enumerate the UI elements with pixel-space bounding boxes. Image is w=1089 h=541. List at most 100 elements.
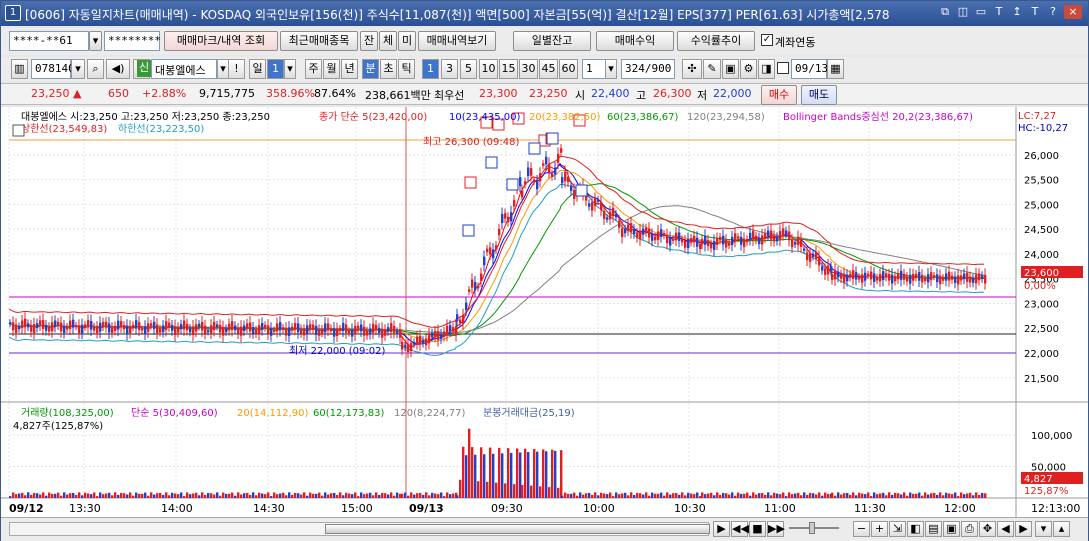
minimize-icon[interactable]: ▭ xyxy=(974,5,988,19)
minute-10-button[interactable]: 10 xyxy=(479,59,498,79)
chart-panel[interactable]: 26,000 25,500 25,000 24,500 24,000 23,500 23,0… xyxy=(1,107,1088,517)
candle-body xyxy=(693,235,696,243)
zoom-in-icon[interactable]: + xyxy=(871,521,888,537)
zoom-out-icon[interactable]: − xyxy=(853,521,870,537)
minute-1-button[interactable]: 1 xyxy=(422,59,439,79)
unfilled-toggle[interactable]: 미 xyxy=(398,31,416,51)
stop-icon[interactable]: ■ xyxy=(749,521,766,537)
daily-balance-button[interactable]: 일별잔고 xyxy=(513,31,591,51)
draw-tool-icon[interactable]: ✎ xyxy=(703,59,721,79)
trade-mark-query-button[interactable]: 매매마크/내역 조회 xyxy=(164,31,278,51)
sell-button[interactable]: 매도 xyxy=(801,85,837,105)
account-field[interactable]: ****-**61 xyxy=(9,31,89,51)
volume-bar xyxy=(24,495,27,498)
interval-dropdown-icon[interactable]: ▾ xyxy=(605,59,617,79)
stock-code-field[interactable]: 078140 xyxy=(31,59,75,79)
period-second-button[interactable]: 초 xyxy=(380,59,397,79)
bid-price: 23,250 xyxy=(529,87,568,100)
minute-3-button[interactable]: 3 xyxy=(441,59,458,79)
minute-45-button[interactable]: 45 xyxy=(539,59,558,79)
detach-icon[interactable]: ⧉ xyxy=(938,5,952,19)
volume-bar xyxy=(806,494,809,498)
up-icon[interactable]: ▴ xyxy=(1053,521,1070,537)
help-icon[interactable]: ? xyxy=(1046,5,1060,19)
sound-icon[interactable]: ◀) xyxy=(106,59,130,79)
time-axis-label: 09/12 xyxy=(9,502,44,515)
candle-body xyxy=(840,273,843,279)
search-icon[interactable]: ⌕ xyxy=(87,59,104,79)
pin-icon[interactable]: ↥ xyxy=(1010,5,1024,19)
print-icon[interactable]: ⎙ xyxy=(961,521,978,537)
period-year-button[interactable]: 년 xyxy=(341,59,358,79)
password-field[interactable]: ******** xyxy=(104,31,161,51)
split-icon[interactable]: ▤ xyxy=(925,521,942,537)
volume-bar xyxy=(624,492,627,498)
balance-toggle[interactable]: 잔 xyxy=(360,31,378,51)
crosshair-icon[interactable]: ✣ xyxy=(682,59,702,79)
fit-icon[interactable]: ⇲ xyxy=(889,521,906,537)
stock-name-field[interactable]: 대봉엘에스 xyxy=(151,59,217,79)
gear-icon[interactable]: ⚙ xyxy=(740,59,757,79)
text-icon[interactable]: T xyxy=(1028,5,1042,19)
chart-scroll-thumb[interactable] xyxy=(325,524,710,534)
high-annotation: 최고 26,300 (09:48) xyxy=(423,136,519,148)
period-month-button[interactable]: 월 xyxy=(323,59,340,79)
return-trend-button[interactable]: 수익률추이 xyxy=(677,31,755,51)
minute-30-button[interactable]: 30 xyxy=(519,59,538,79)
period-minute-button[interactable]: 분 xyxy=(362,59,379,79)
candle-body xyxy=(180,324,183,330)
left-icon[interactable]: ◀ xyxy=(997,521,1014,537)
close-icon[interactable]: × xyxy=(1064,5,1082,19)
scroll-right-icon[interactable]: ▶ xyxy=(713,521,730,537)
font-icon[interactable]: T xyxy=(992,5,1006,19)
trade-profit-button[interactable]: 매매수익 xyxy=(596,31,674,51)
save-icon[interactable]: ▣ xyxy=(722,59,739,79)
day-count-field[interactable]: 1 xyxy=(267,59,284,79)
minute-60-button[interactable]: 60 xyxy=(559,59,578,79)
minute-5-button[interactable]: 5 xyxy=(460,59,477,79)
bar-range-field[interactable]: 324/900 xyxy=(621,59,675,79)
view-trade-history-button[interactable]: 매매내역보기 xyxy=(418,31,496,51)
calendar-grid-icon[interactable] xyxy=(12,124,25,137)
volume-bar xyxy=(255,495,258,498)
volume-bar xyxy=(536,451,539,498)
scroll-bar[interactable]: ▶ ◀◀ ■ ▶▶ − + ⇲ ◧ ▤ ▣ ⎙ ✥ ◀ ▶ ▾ ▴ xyxy=(1,517,1088,541)
candle-body xyxy=(150,323,153,327)
recent-trade-items-button[interactable]: 최근매매종목 xyxy=(280,31,358,51)
date-checkbox[interactable] xyxy=(777,62,789,74)
rewind-icon[interactable]: ◀◀ xyxy=(731,521,749,537)
day-count-dropdown-icon[interactable]: ▾ xyxy=(284,59,296,79)
candle-body xyxy=(770,230,773,240)
date-field[interactable]: 09/13 xyxy=(791,59,828,79)
zoom-slider-handle[interactable] xyxy=(809,522,815,534)
buy-button[interactable]: 매수 xyxy=(761,85,797,105)
alert-button[interactable]: ! xyxy=(228,59,245,79)
account-dropdown-icon[interactable]: ▾ xyxy=(89,31,102,51)
minute-15-button[interactable]: 15 xyxy=(499,59,518,79)
expand-icon[interactable]: ▣ xyxy=(943,521,960,537)
volume-bar xyxy=(486,481,489,498)
right-icon[interactable]: ▶ xyxy=(1015,521,1032,537)
candle-body xyxy=(945,273,948,281)
candle-body xyxy=(921,274,924,283)
candle-body xyxy=(882,271,885,280)
filled-toggle[interactable]: 체 xyxy=(379,31,397,51)
volume-bar xyxy=(737,492,740,498)
period-week-button[interactable]: 주 xyxy=(305,59,322,79)
forward-icon[interactable]: ▶▶ xyxy=(767,521,785,537)
code-dropdown-icon[interactable]: ▾ xyxy=(71,59,85,79)
price-volume-chart[interactable]: 26,00025,50025,00024,50024,00023,50023,0… xyxy=(1,107,1088,517)
volume-bar xyxy=(51,493,54,498)
period-tick-button[interactable]: 틱 xyxy=(398,59,415,79)
compare-icon[interactable]: ◨ xyxy=(758,59,775,79)
down-icon[interactable]: ▾ xyxy=(1035,521,1052,537)
chart-scroll-track[interactable] xyxy=(9,522,710,536)
period-day-button[interactable]: 일 xyxy=(249,59,266,79)
full-icon[interactable]: ◧ xyxy=(907,521,924,537)
chart-type-icon[interactable]: ▥ xyxy=(11,59,28,79)
calendar-icon[interactable]: ▦ xyxy=(827,59,844,79)
pan-icon[interactable]: ✥ xyxy=(979,521,996,537)
volume-bar xyxy=(852,492,855,498)
layout-icon[interactable]: ◫ xyxy=(956,5,970,19)
account-link-checkbox[interactable]: ✓ xyxy=(761,34,773,46)
